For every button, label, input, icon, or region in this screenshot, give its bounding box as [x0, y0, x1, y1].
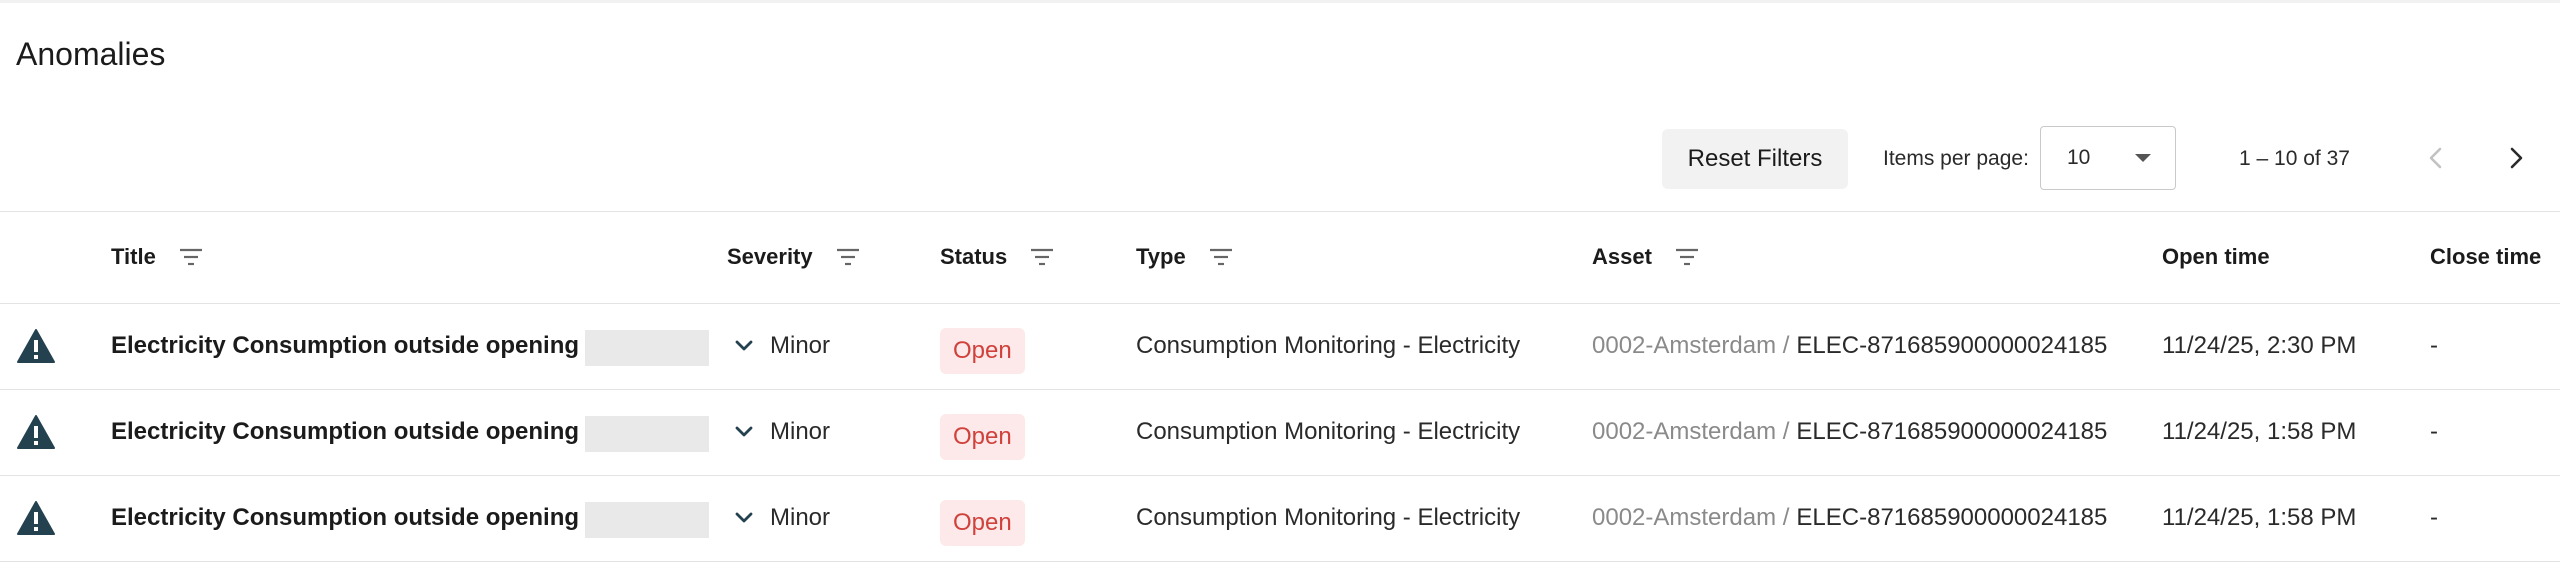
warning-triangle-icon — [16, 476, 56, 560]
column-header-title[interactable]: Title — [111, 212, 204, 302]
asset-cell: 0002-Amsterdam / ELEC-871685900000024185 — [1592, 304, 2107, 388]
table-header: Title Severity Status Type Asset Open ti… — [0, 211, 2560, 304]
column-label-status: Status — [940, 244, 1008, 269]
table-row[interactable]: Electricity Consumption outside opening … — [0, 476, 2560, 562]
chevron-down-icon[interactable] — [734, 425, 754, 439]
column-label-severity: Severity — [727, 244, 813, 269]
column-label-close-time: Close time — [2430, 244, 2542, 269]
items-per-page-value: 10 — [2067, 146, 2091, 169]
filter-icon[interactable] — [178, 247, 204, 267]
open-time-value: 11/24/25, 1:58 PM — [2162, 504, 2357, 531]
chevron-down-icon[interactable] — [734, 339, 754, 353]
warning-triangle-icon — [16, 390, 56, 474]
anomaly-title[interactable]: Electricity Consumption outside opening — [111, 304, 579, 388]
items-per-page-select[interactable]: 10 — [2040, 126, 2176, 190]
anomaly-title[interactable]: Electricity Consumption outside opening — [111, 390, 579, 474]
warning-triangle-icon — [16, 304, 56, 388]
asset-id[interactable]: ELEC-871685900000024185 — [1796, 418, 2107, 446]
filter-icon[interactable] — [1208, 247, 1234, 267]
close-time-value: - — [2430, 332, 2438, 359]
column-header-asset[interactable]: Asset — [1592, 212, 1700, 302]
table-row[interactable]: Electricity Consumption outside opening … — [0, 390, 2560, 476]
column-label-type: Type — [1136, 244, 1186, 269]
previous-page-button[interactable] — [2414, 136, 2458, 180]
anomaly-title[interactable]: Electricity Consumption outside opening — [111, 476, 579, 560]
asset-id[interactable]: ELEC-871685900000024185 — [1796, 504, 2107, 532]
severity-cell: Minor — [734, 390, 830, 474]
open-time-value: 11/24/25, 1:58 PM — [2162, 418, 2357, 445]
filter-icon[interactable] — [1029, 247, 1055, 267]
chevron-down-icon[interactable] — [734, 511, 754, 525]
asset-site: 0002-Amsterdam / — [1592, 418, 1790, 445]
severity-value: Minor — [770, 332, 831, 359]
severity-cell: Minor — [734, 304, 830, 388]
column-label-asset: Asset — [1592, 244, 1652, 269]
status-badge: Open — [940, 328, 1025, 374]
status-badge: Open — [940, 500, 1025, 546]
asset-site: 0002-Amsterdam / — [1592, 504, 1790, 531]
column-header-open-time[interactable]: Open time — [2162, 212, 2270, 302]
type-value: Consumption Monitoring - Electricity — [1136, 418, 1521, 445]
chevron-right-icon — [2510, 147, 2523, 169]
column-label-open-time: Open time — [2162, 244, 2270, 269]
column-label-title: Title — [111, 244, 156, 269]
open-time-value: 11/24/25, 2:30 PM — [2162, 332, 2357, 359]
chevron-left-icon — [2429, 147, 2442, 169]
redacted-block — [585, 502, 709, 538]
severity-value: Minor — [770, 504, 831, 531]
asset-cell: 0002-Amsterdam / ELEC-871685900000024185 — [1592, 390, 2107, 474]
severity-cell: Minor — [734, 476, 830, 560]
redacted-block — [585, 416, 709, 452]
column-header-type[interactable]: Type — [1136, 212, 1234, 302]
column-header-close-time[interactable]: Close time — [2430, 212, 2541, 302]
page-title: Anomalies — [16, 36, 166, 72]
caret-down-icon — [2135, 154, 2151, 162]
filter-icon[interactable] — [1674, 247, 1700, 267]
type-value: Consumption Monitoring - Electricity — [1136, 504, 1521, 531]
column-header-severity[interactable]: Severity — [727, 212, 861, 302]
filter-icon[interactable] — [835, 247, 861, 267]
status-badge: Open — [940, 414, 1025, 460]
reset-filters-button[interactable]: Reset Filters — [1662, 129, 1848, 189]
asset-cell: 0002-Amsterdam / ELEC-871685900000024185 — [1592, 476, 2107, 560]
redacted-block — [585, 330, 709, 366]
severity-value: Minor — [770, 418, 831, 445]
table-row[interactable]: Electricity Consumption outside opening … — [0, 304, 2560, 390]
next-page-button[interactable] — [2494, 136, 2538, 180]
pagination-range: 1 – 10 of 37 — [2239, 147, 2350, 170]
top-divider — [0, 0, 2560, 3]
asset-id[interactable]: ELEC-871685900000024185 — [1796, 332, 2107, 360]
items-per-page-label: Items per page: — [1883, 147, 2029, 170]
close-time-value: - — [2430, 504, 2438, 531]
close-time-value: - — [2430, 418, 2438, 445]
column-header-status[interactable]: Status — [940, 212, 1055, 302]
asset-site: 0002-Amsterdam / — [1592, 332, 1790, 359]
type-value: Consumption Monitoring - Electricity — [1136, 332, 1521, 359]
